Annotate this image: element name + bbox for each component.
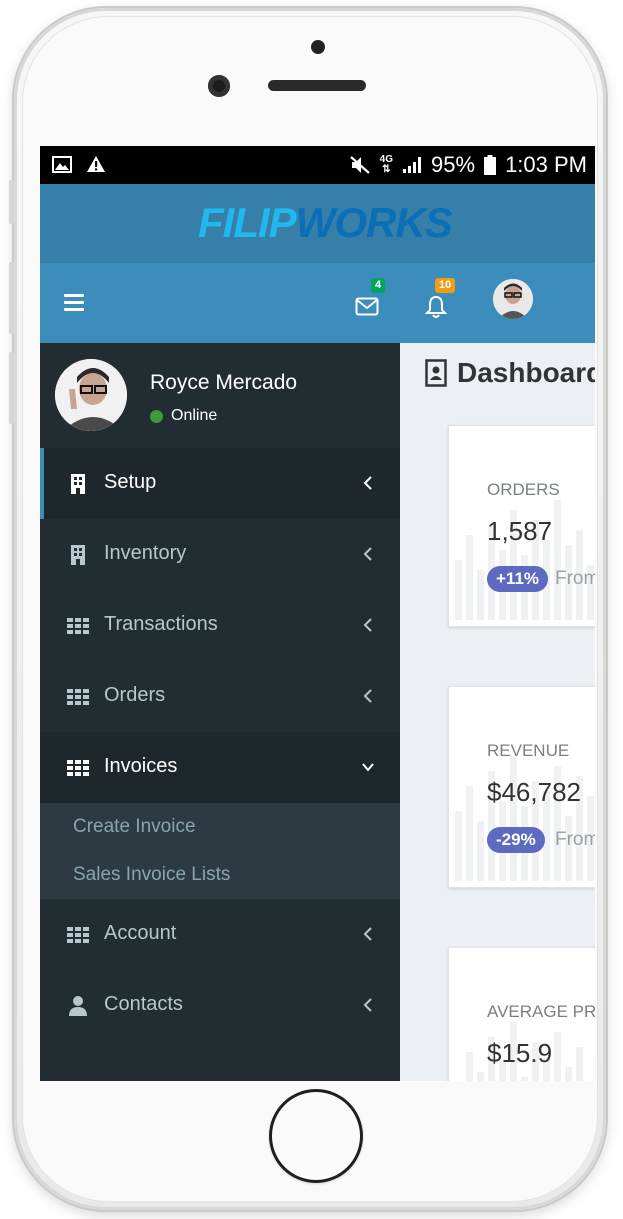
signal-icon <box>403 157 422 173</box>
sidebar-item-label: Transactions <box>104 613 218 635</box>
sidebar-item-label: Orders <box>104 684 166 706</box>
user-name: Royce Mercado <box>150 371 298 394</box>
battery-percent: 95% <box>431 152 476 177</box>
sidebar-item-label: Setup <box>104 471 157 493</box>
sidebar-item-label: Inventory <box>104 542 187 564</box>
chevron-left-icon <box>363 476 372 490</box>
envelope-icon <box>355 297 379 316</box>
sidebar-item-transactions[interactable]: Transactions <box>40 590 400 661</box>
contact-card-icon <box>425 359 447 387</box>
messages-badge: 4 <box>371 278 386 293</box>
building-icon <box>71 474 85 494</box>
sparkline-background <box>455 490 595 620</box>
user-panel: Royce Mercado Online <box>40 343 400 448</box>
submenu-item-sales-invoice-lists[interactable]: Sales Invoice Lists <box>73 864 230 886</box>
messages-button[interactable]: 4 <box>355 278 386 317</box>
stat-card-average-price: AVERAGE PRICE $15.9 <box>448 947 595 1081</box>
chevron-left-icon <box>363 998 372 1012</box>
user-avatar <box>55 359 127 431</box>
brand-logo-part1: FILIP <box>198 199 297 246</box>
chevron-left-icon <box>363 689 372 703</box>
front-camera <box>208 75 230 97</box>
sidebar-item-contacts[interactable]: Contacts <box>40 970 400 1041</box>
network-type: 4G ⇅ <box>380 155 393 175</box>
image-notification-icon <box>52 155 72 173</box>
user-menu-avatar[interactable] <box>493 279 533 319</box>
user-avatar-icon <box>493 279 533 319</box>
network-arrows-icon: ⇅ <box>382 164 391 175</box>
front-sensor <box>311 40 325 54</box>
grid-icon <box>67 689 89 705</box>
stat-comparison-text: From <box>555 568 595 589</box>
screen: 4G ⇅ 95% 1:03 PM FILIPWORKS 4 10 Royce M… <box>40 146 595 1081</box>
stat-change-badge: +11% <box>487 566 549 592</box>
stat-label: ORDERS <box>487 480 560 499</box>
building-icon <box>71 545 85 565</box>
grid-icon <box>67 927 89 943</box>
stat-value: $15.9 <box>487 1038 553 1068</box>
grid-icon <box>67 760 89 776</box>
sidebar-item-invoices[interactable]: Invoices <box>40 732 400 803</box>
battery-icon <box>484 155 497 175</box>
user-photo-icon <box>55 359 127 431</box>
home-button[interactable] <box>269 1089 363 1183</box>
sidebar-item-setup[interactable]: Setup <box>40 448 400 519</box>
sidebar-item-label: Account <box>104 922 177 944</box>
page-title-text: Dashboard <box>457 357 595 388</box>
sidebar-toggle-menu-icon[interactable] <box>64 294 84 311</box>
user-status-label: Online <box>171 407 218 424</box>
brand-logo-part2: WORKS <box>295 199 453 246</box>
earpiece-speaker <box>268 80 366 91</box>
invoices-submenu: Create Invoice Sales Invoice Lists <box>40 803 400 899</box>
sidebar-item-label: Invoices <box>104 755 178 777</box>
stat-change-badge: -29% <box>487 827 545 853</box>
stat-card-orders: ORDERS 1,587 +11% From <box>448 425 595 627</box>
active-indicator <box>40 448 44 519</box>
mute-icon <box>349 156 370 174</box>
sidebar-item-orders[interactable]: Orders <box>40 661 400 732</box>
stat-card-revenue: REVENUE $46,782 -29% From <box>448 686 595 888</box>
stat-value: 1,587 <box>487 516 553 546</box>
user-status: Online <box>150 407 217 425</box>
stat-label: AVERAGE PRICE <box>487 1002 595 1021</box>
stat-label: REVENUE <box>487 741 570 760</box>
notifications-button[interactable]: 10 <box>425 278 456 318</box>
submenu-item-create-invoice[interactable]: Create Invoice <box>73 816 196 838</box>
brand-logo[interactable]: FILIPWORKS <box>198 199 453 246</box>
volume-up-button <box>9 262 14 334</box>
sparkline-background <box>455 751 595 881</box>
sidebar: Royce Mercado Online Setup Inventory Tra… <box>40 343 400 1081</box>
top-navbar: 4 10 <box>40 263 595 343</box>
sidebar-item-account[interactable]: Account <box>40 899 400 970</box>
chevron-left-icon <box>363 618 372 632</box>
grid-icon <box>67 618 89 634</box>
page-title: Dashboard <box>425 357 595 389</box>
notifications-badge: 10 <box>435 278 456 293</box>
logo-bar: FILIPWORKS <box>40 184 595 263</box>
mute-switch <box>9 180 14 224</box>
stat-value: $46,782 <box>487 777 581 807</box>
bell-icon <box>425 295 447 318</box>
chevron-left-icon <box>363 927 372 941</box>
sidebar-item-label: Contacts <box>104 993 183 1015</box>
chevron-left-icon <box>363 547 372 561</box>
volume-down-button <box>9 352 14 424</box>
user-icon <box>69 996 87 1016</box>
clock: 1:03 PM <box>505 152 587 177</box>
stat-comparison-text: From <box>555 829 595 850</box>
online-dot-icon <box>150 409 163 423</box>
status-bar: 4G ⇅ 95% 1:03 PM <box>40 146 595 184</box>
sidebar-item-inventory[interactable]: Inventory <box>40 519 400 590</box>
chevron-down-icon <box>362 763 374 772</box>
warning-icon <box>87 156 105 172</box>
main-content: Dashboard ORDERS 1,587 +11% From REVENUE… <box>400 343 595 1081</box>
